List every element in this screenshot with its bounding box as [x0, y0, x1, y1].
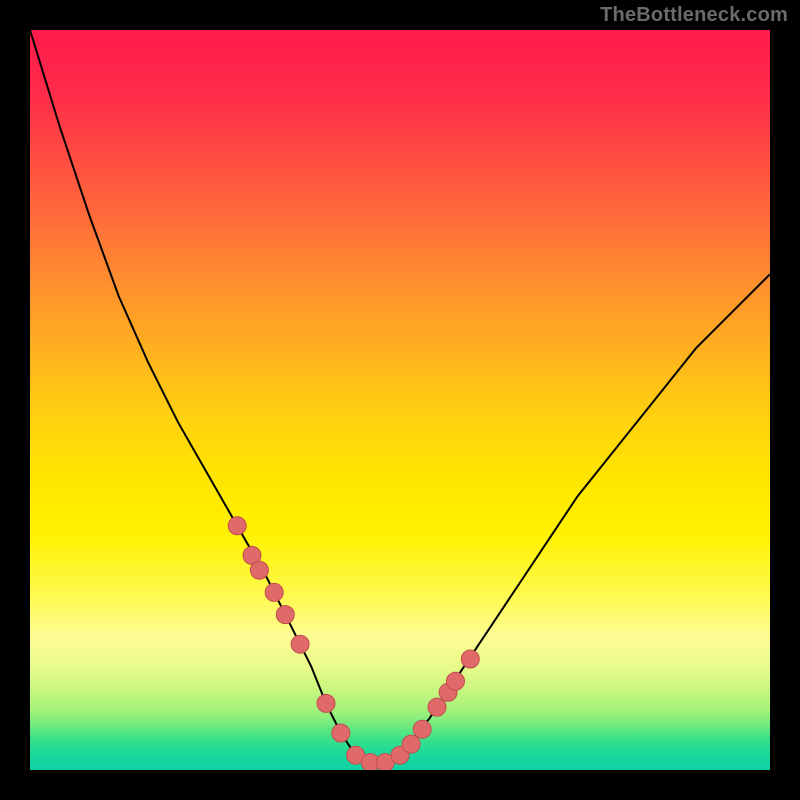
data-point [250, 561, 268, 579]
watermark-text: TheBottleneck.com [600, 4, 788, 27]
data-point [402, 735, 420, 753]
data-point [461, 650, 479, 668]
data-point [447, 672, 465, 690]
bottleneck-curve [30, 30, 770, 763]
data-point [317, 694, 335, 712]
data-point [228, 517, 246, 535]
chart-frame: TheBottleneck.com [0, 0, 800, 800]
plot-area [30, 30, 770, 770]
data-point [291, 635, 309, 653]
data-point [276, 606, 294, 624]
data-point [428, 698, 446, 716]
chart-svg [30, 30, 770, 770]
data-point [265, 583, 283, 601]
data-point [332, 724, 350, 742]
data-point [413, 720, 431, 738]
